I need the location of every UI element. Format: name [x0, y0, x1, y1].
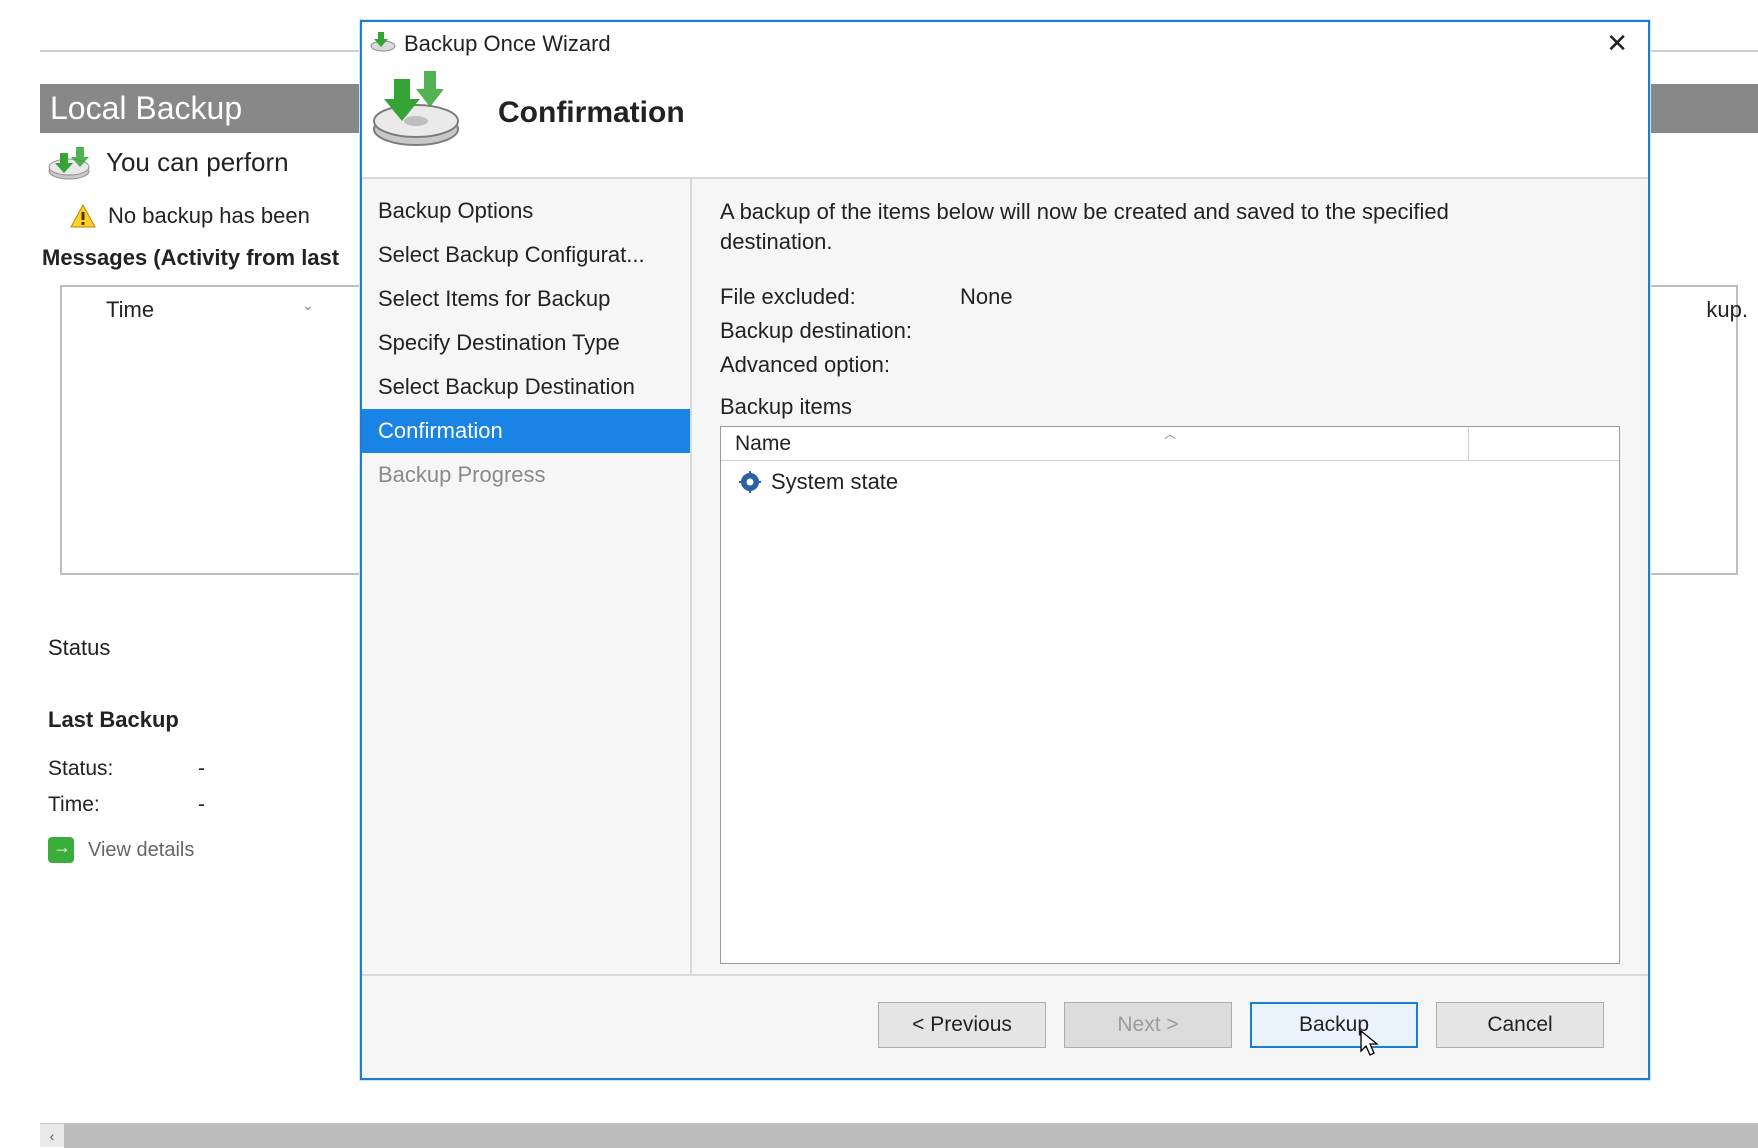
file-excluded-value: None	[960, 284, 1013, 310]
wizard-step-2[interactable]: Select Items for Backup	[362, 277, 690, 321]
status-label: Status:	[48, 757, 138, 781]
arrow-right-icon	[48, 837, 74, 863]
close-button[interactable]: ✕	[1600, 28, 1634, 59]
scrollbar-track[interactable]	[64, 1124, 1758, 1148]
wizard-step-1[interactable]: Select Backup Configurat...	[362, 233, 690, 277]
view-details-label: View details	[88, 839, 194, 862]
wizard-banner: Confirmation	[362, 65, 1648, 177]
time-value: -	[198, 793, 205, 817]
backup-button[interactable]: Backup	[1250, 1002, 1418, 1048]
backup-once-wizard-dialog: Backup Once Wizard ✕ Confirmation Backup…	[360, 20, 1650, 1080]
next-button: Next >	[1064, 1002, 1232, 1048]
wizard-step-3[interactable]: Specify Destination Type	[362, 321, 690, 365]
wizard-footer: < Previous Next > Backup Cancel	[362, 974, 1648, 1078]
wizard-step-4[interactable]: Select Backup Destination	[362, 365, 690, 409]
advanced-option-label: Advanced option:	[720, 352, 950, 378]
column-separator[interactable]	[1468, 427, 1469, 460]
gear-icon	[739, 471, 761, 493]
wizard-step-5[interactable]: Confirmation	[362, 409, 690, 453]
warning-text: No backup has been	[108, 203, 310, 229]
scroll-left-icon[interactable]: ‹	[40, 1124, 64, 1148]
cancel-button[interactable]: Cancel	[1436, 1002, 1604, 1048]
sort-asc-icon: ︿	[1164, 425, 1176, 442]
wizard-step-0[interactable]: Backup Options	[362, 189, 690, 233]
warning-icon	[70, 203, 96, 229]
wizard-banner-icon	[368, 71, 464, 155]
dialog-titlebar[interactable]: Backup Once Wizard ✕	[362, 22, 1648, 65]
chevron-down-icon: ⌄	[302, 297, 314, 314]
file-excluded-label: File excluded:	[720, 284, 950, 310]
wizard-app-icon	[370, 30, 396, 58]
backup-destination-label: Backup destination:	[720, 318, 950, 344]
backup-items-label: Backup items	[720, 394, 1620, 420]
time-label: Time:	[48, 793, 138, 817]
wizard-content: A backup of the items below will now be …	[692, 179, 1648, 974]
column-name[interactable]: Name	[721, 432, 1468, 456]
status-value: -	[198, 757, 205, 781]
messages-column-time[interactable]: Time	[106, 297, 154, 323]
previous-button[interactable]: < Previous	[878, 1002, 1046, 1048]
dialog-title: Backup Once Wizard	[404, 31, 611, 57]
subheader-text: You can perforn	[106, 147, 289, 178]
wizard-step-title: Confirmation	[498, 96, 685, 130]
wizard-body: Backup OptionsSelect Backup Configurat..…	[362, 177, 1648, 974]
confirmation-fields: File excluded: None Backup destination: …	[720, 280, 1620, 382]
backup-disk-icon	[46, 143, 92, 181]
horizontal-scrollbar[interactable]: ‹	[40, 1123, 1758, 1147]
backup-items-list[interactable]: ︿ Name System state	[720, 426, 1620, 964]
truncated-text: kup.	[1706, 297, 1748, 323]
backup-item-row[interactable]: System state	[721, 461, 1619, 503]
wizard-steps-list: Backup OptionsSelect Backup Configurat..…	[362, 179, 692, 974]
confirmation-description: A backup of the items below will now be …	[720, 197, 1540, 256]
backup-items-header[interactable]: ︿ Name	[721, 427, 1619, 461]
wizard-step-6: Backup Progress	[362, 453, 690, 497]
backup-item-name: System state	[771, 469, 898, 495]
